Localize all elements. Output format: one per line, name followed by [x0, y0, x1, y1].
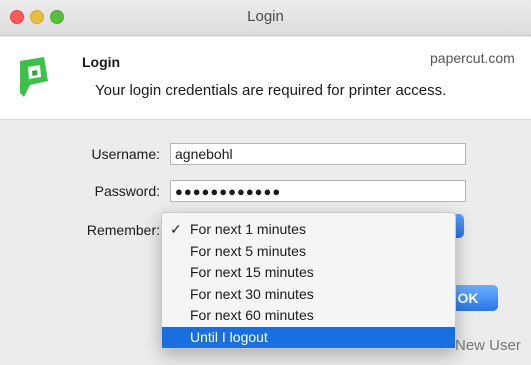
username-label: Username:	[91, 146, 160, 162]
password-label: Password:	[94, 183, 160, 199]
password-value: ●●●●●●●●●●●●	[175, 184, 282, 199]
dialog-header: Login Your login credentials are require…	[0, 37, 531, 120]
remember-option-label: For next 1 minutes	[190, 221, 306, 237]
remember-dropdown-menu[interactable]: ✓ For next 1 minutes For next 5 minutes …	[161, 212, 456, 349]
remember-option-15-minutes[interactable]: For next 15 minutes	[162, 262, 455, 284]
checkmark-icon: ✓	[170, 221, 182, 237]
remember-option-label: For next 5 minutes	[190, 242, 306, 259]
header-title: Login	[82, 54, 121, 70]
window-title: Login	[247, 8, 284, 25]
remember-option-label: For next 15 minutes	[190, 264, 314, 280]
ok-button-label: OK	[457, 290, 479, 306]
header-site-link: papercut.com	[430, 50, 515, 66]
title-bar: Login	[0, 0, 531, 36]
papercut-logo-icon	[20, 57, 48, 97]
remember-option-5-minutes[interactable]: For next 5 minutes	[162, 241, 455, 263]
username-value: agnebohl	[175, 146, 233, 162]
remember-option-label: For next 30 minutes	[190, 285, 314, 302]
username-field[interactable]: agnebohl	[170, 143, 466, 165]
remember-label: Remember:	[86, 222, 160, 238]
new-user-link[interactable]: New User	[455, 337, 521, 354]
remember-option-label: Until I logout	[190, 328, 268, 345]
remember-option-30-minutes[interactable]: For next 30 minutes	[162, 284, 455, 306]
remember-option-until-logout[interactable]: Until I logout	[162, 326, 455, 348]
password-field[interactable]: ●●●●●●●●●●●●	[170, 180, 466, 202]
remember-option-label: For next 60 minutes	[190, 307, 314, 323]
remember-option-60-minutes[interactable]: For next 60 minutes	[162, 305, 455, 327]
remember-option-1-minute[interactable]: ✓ For next 1 minutes	[162, 219, 455, 241]
header-description: Your login credentials are required for …	[95, 82, 447, 99]
